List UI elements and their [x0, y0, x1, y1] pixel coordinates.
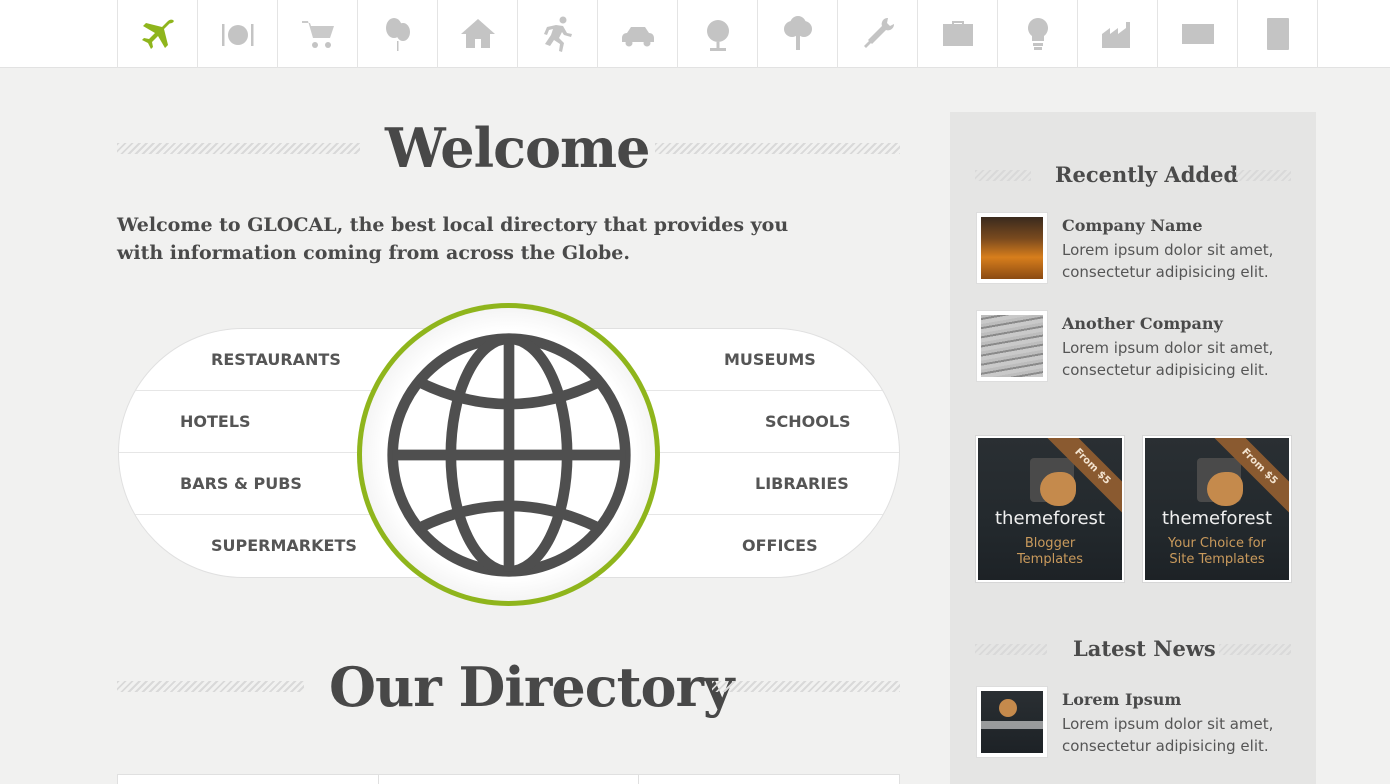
briefcase-icon [942, 21, 973, 46]
hand-icon [1040, 472, 1076, 506]
ad-subtitle: Blogger Templates [1016, 536, 1084, 567]
recently-added-title: Recently Added [1055, 162, 1239, 187]
nav-item-sports[interactable] [518, 0, 598, 68]
globe-icon [386, 332, 631, 577]
house-icon [460, 19, 495, 48]
category-supermarkets[interactable]: SUPERMARKETS [211, 515, 357, 577]
company-thumbnail[interactable] [976, 212, 1048, 284]
directory-grid [117, 774, 900, 784]
nav-item-auto[interactable] [598, 0, 678, 68]
nav-item-events[interactable] [358, 0, 438, 68]
ad-banner[interactable]: From $5 themeforest Your Choice for Site… [1142, 435, 1292, 583]
heading-stripe-right [712, 681, 900, 692]
nav-item-home[interactable] [438, 0, 518, 68]
heading-stripe-left [117, 681, 304, 692]
category-bars-pubs[interactable]: BARS & PUBS [180, 453, 302, 515]
company-thumbnail[interactable] [976, 310, 1048, 382]
nav-item-parks[interactable] [758, 0, 838, 68]
globe-badge[interactable] [357, 303, 660, 606]
nav-item-industry[interactable] [1078, 0, 1158, 68]
airplane-icon [141, 19, 174, 49]
hand-icon [1207, 472, 1243, 506]
category-icon-bar [117, 0, 1318, 68]
running-man-icon [543, 16, 572, 52]
sidebar-stripe-right [1235, 170, 1291, 181]
ad-banner[interactable]: From $5 themeforest Blogger Templates [975, 435, 1125, 583]
sidebar-stripe-left [975, 644, 1047, 655]
directory-cell[interactable] [118, 775, 379, 784]
recent-item-title[interactable]: Another Company [1062, 314, 1223, 333]
tools-icon [863, 17, 894, 48]
recent-item-title[interactable]: Company Name [1062, 216, 1203, 235]
ad-brand: themeforest [994, 508, 1105, 529]
category-hotels[interactable]: HOTELS [180, 391, 251, 453]
tree-icon [783, 16, 812, 50]
welcome-intro: Welcome to GLOCAL, the best local direct… [117, 214, 789, 264]
nav-item-contact[interactable] [1158, 0, 1238, 68]
news-item-title[interactable]: Lorem Ipsum [1062, 690, 1181, 709]
nav-item-shopping[interactable] [278, 0, 358, 68]
news-thumbnail[interactable] [976, 686, 1048, 758]
themeforest-thumb-image [981, 691, 1043, 753]
sidebar-stripe-left [975, 170, 1031, 181]
directory-cell[interactable] [379, 775, 640, 784]
sidebar-stripe-right [1219, 644, 1291, 655]
ad-subtitle: Your Choice for Site Templates [1168, 536, 1266, 567]
news-item-text: Lorem ipsum dolor sit amet, consectetur … [1062, 715, 1274, 755]
desk-globe-icon [706, 20, 729, 51]
directory-cell[interactable] [639, 775, 899, 784]
factory-icon [1101, 22, 1130, 48]
welcome-title: Welcome [385, 116, 651, 180]
shopping-cart-icon [301, 21, 334, 48]
nav-item-ideas[interactable] [998, 0, 1078, 68]
balloons-icon [385, 18, 410, 51]
envelope-icon [1181, 24, 1214, 44]
plate-cutlery-icon [221, 24, 253, 46]
lightbulb-icon [1027, 18, 1048, 50]
category-libraries[interactable]: LIBRARIES [755, 453, 849, 515]
directory-title: Our Directory [329, 655, 734, 719]
newspaper-image [981, 315, 1043, 377]
category-schools[interactable]: SCHOOLS [765, 391, 851, 453]
latest-news-title: Latest News [1073, 636, 1216, 661]
nav-item-travel-globe[interactable] [678, 0, 758, 68]
nav-item-education[interactable] [1238, 0, 1318, 68]
ad-brand: themeforest [1161, 508, 1272, 529]
top-icon-nav [0, 0, 1390, 68]
category-museums[interactable]: MUSEUMS [724, 329, 816, 391]
nav-item-business[interactable] [918, 0, 998, 68]
category-restaurants[interactable]: RESTAURANTS [211, 329, 341, 391]
nav-item-services[interactable] [838, 0, 918, 68]
sunset-image [981, 217, 1043, 279]
heading-stripe-right [655, 143, 900, 154]
book-icon [1266, 18, 1289, 50]
category-offices[interactable]: OFFICES [742, 515, 818, 577]
heading-stripe-left [117, 143, 360, 154]
nav-item-travel[interactable] [118, 0, 198, 68]
recent-item-text: Lorem ipsum dolor sit amet, consectetur … [1062, 241, 1274, 281]
recent-item-text: Lorem ipsum dolor sit amet, consectetur … [1062, 339, 1274, 379]
car-icon [621, 27, 654, 47]
nav-item-food[interactable] [198, 0, 278, 68]
